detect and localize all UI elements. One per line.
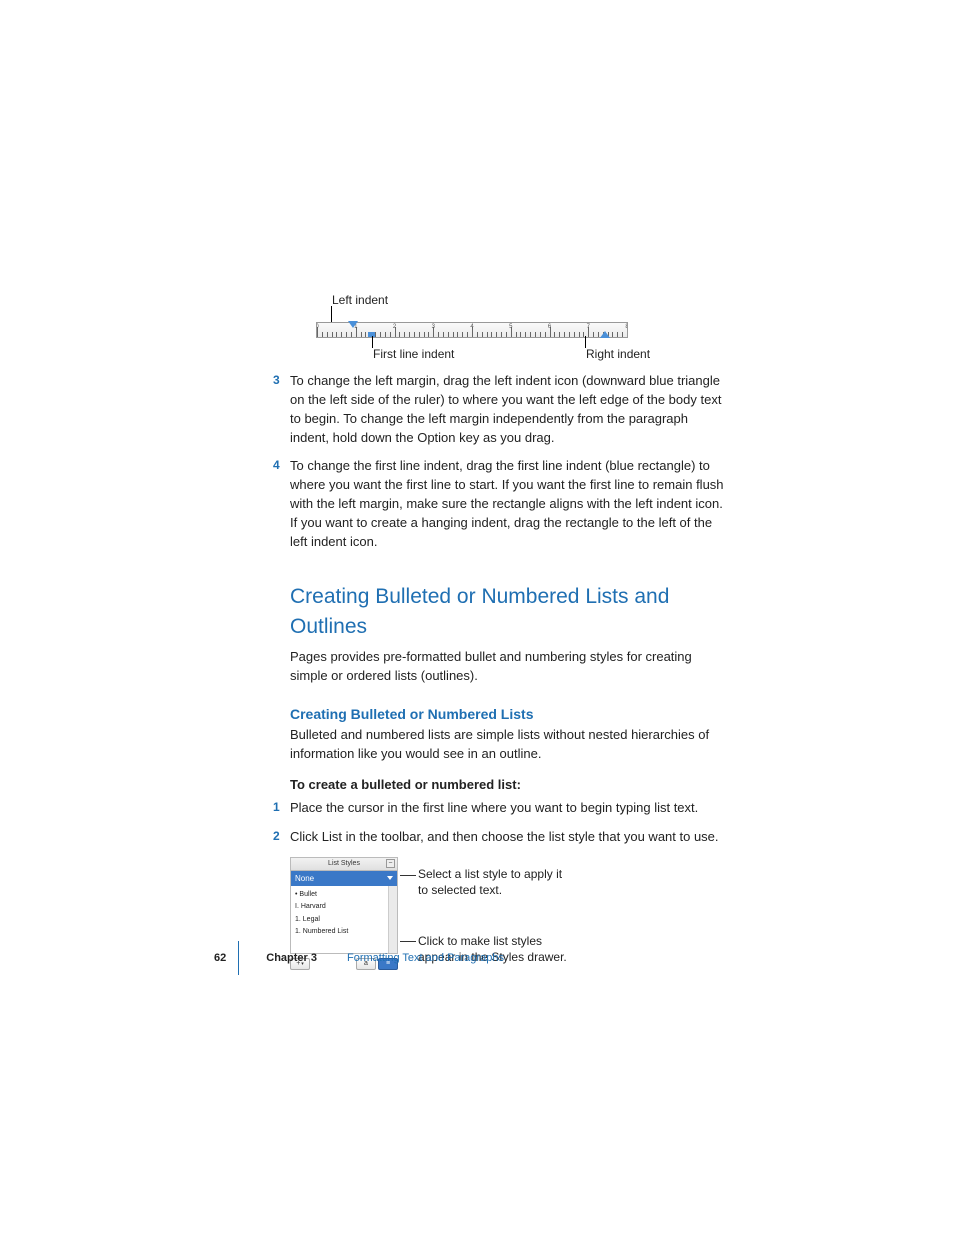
howto-lead: To create a bulleted or numbered list:: [290, 776, 730, 795]
ruler-diagram: Left indent 012345678 First line indent …: [290, 292, 730, 372]
subsection-heading: Creating Bulleted or Numbered Lists: [290, 704, 730, 724]
label-right-indent: Right indent: [586, 346, 650, 363]
chevron-down-icon: [387, 876, 393, 880]
page-number: 62: [214, 951, 226, 967]
subsection-body: Bulleted and numbered lists are simple l…: [290, 726, 730, 764]
label-left-indent: Left indent: [332, 292, 388, 309]
panel-selected-style[interactable]: None: [290, 871, 398, 887]
list-item[interactable]: 1. Legal: [295, 915, 393, 925]
panel-title-bar: List Styles –: [290, 857, 398, 871]
ruler-strip: 012345678: [316, 322, 628, 338]
list-item[interactable]: 1. Numbered List: [295, 927, 393, 937]
close-icon[interactable]: –: [386, 859, 395, 868]
substep-1: 1 Place the cursor in the first line whe…: [290, 799, 730, 818]
scrollbar[interactable]: [388, 886, 397, 953]
panel-style-list: • Bullet I. Harvard 1. Legal 1. Numbered…: [290, 886, 398, 954]
instruction-steps-top: 3 To change the left margin, drag the le…: [290, 372, 730, 552]
callout-select-style: Select a list style to apply it to selec…: [418, 866, 572, 898]
page-footer: 62 Chapter 3 Formatting Text and Paragra…: [214, 951, 504, 967]
step-4: 4 To change the first line indent, drag …: [290, 457, 730, 551]
list-item[interactable]: I. Harvard: [295, 902, 393, 912]
right-indent-marker: [600, 331, 610, 338]
step-3: 3 To change the left margin, drag the le…: [290, 372, 730, 447]
section-intro: Pages provides pre-formatted bullet and …: [290, 648, 730, 686]
left-indent-marker: [348, 321, 358, 328]
instruction-steps-sub: 1 Place the cursor in the first line whe…: [290, 799, 730, 847]
label-first-line-indent: First line indent: [373, 346, 454, 363]
substep-2: 2 Click List in the toolbar, and then ch…: [290, 828, 730, 847]
list-item[interactable]: • Bullet: [295, 890, 393, 900]
chapter-label: Chapter 3: [266, 951, 317, 967]
chapter-title: Formatting Text and Paragraphs: [347, 951, 504, 967]
section-heading: Creating Bulleted or Numbered Lists and …: [290, 582, 730, 643]
